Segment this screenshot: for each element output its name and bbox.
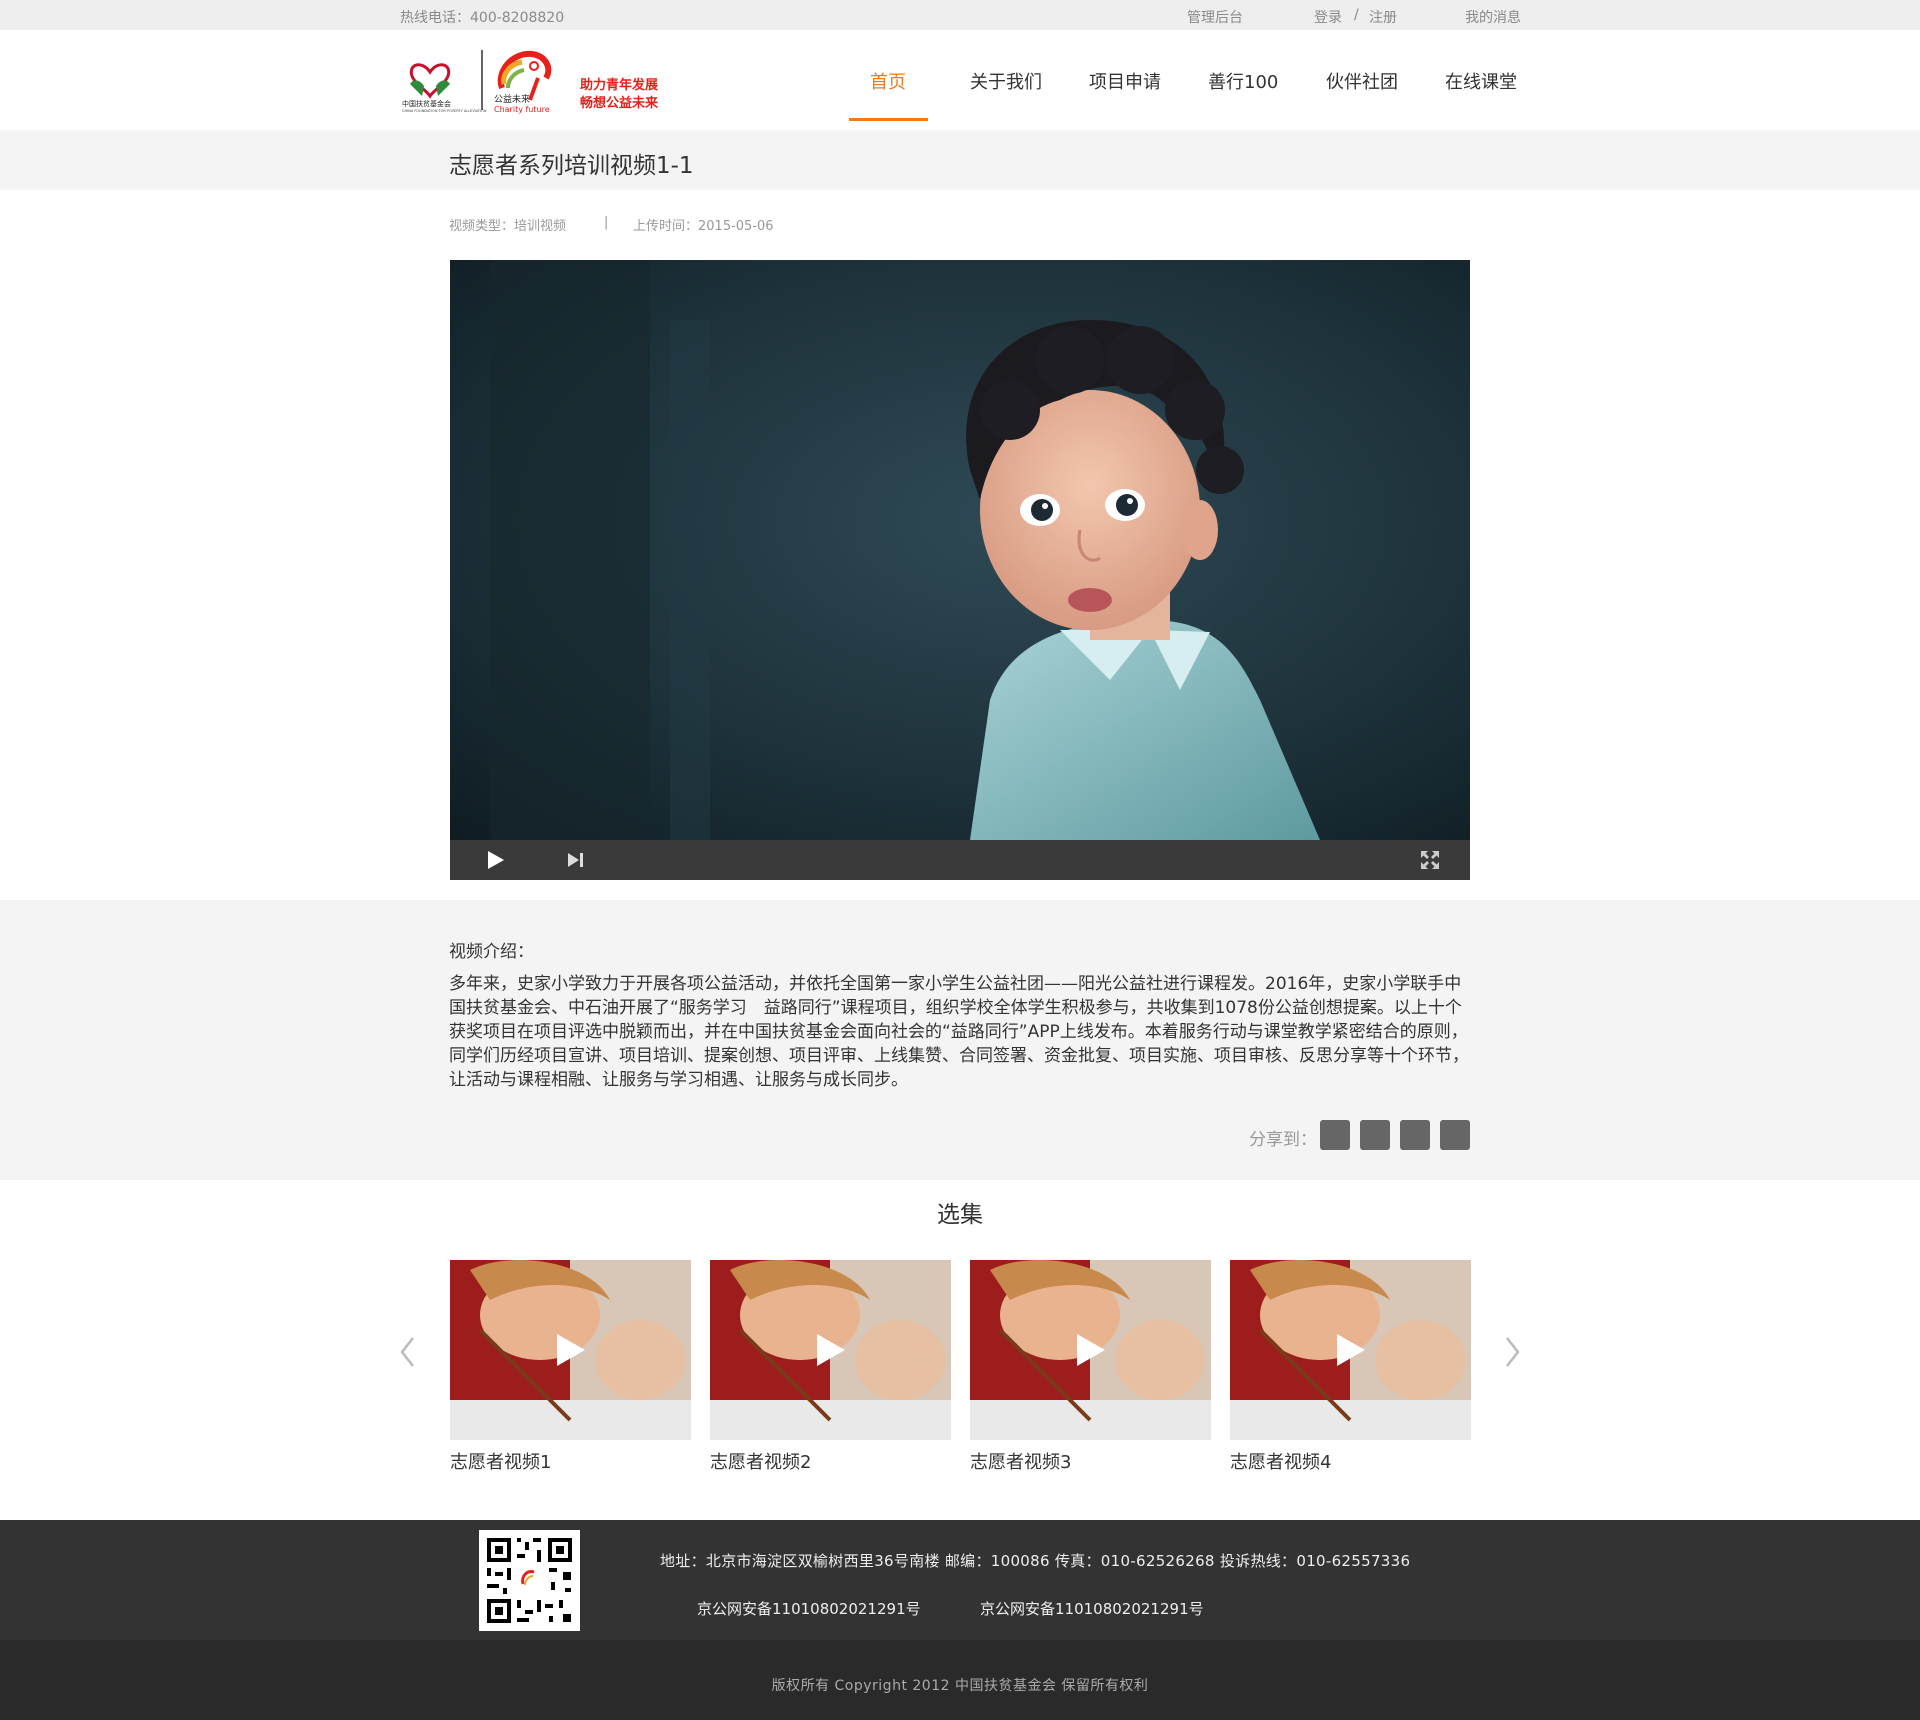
- play-icon[interactable]: [814, 1332, 848, 1368]
- episode-thumbnail[interactable]: [1230, 1260, 1471, 1440]
- next-arrow-icon[interactable]: [1504, 1335, 1522, 1369]
- episode-label[interactable]: 志愿者视频2: [710, 1448, 951, 1474]
- qr-code-icon: [479, 1530, 580, 1631]
- share-button-2[interactable]: [1360, 1120, 1390, 1150]
- share-button-3[interactable]: [1400, 1120, 1430, 1150]
- copyright-text: 版权所有 Copyright 2012 中国扶贫基金会 保留所有权利: [771, 1678, 1149, 1694]
- episode-label[interactable]: 志愿者视频4: [1230, 1448, 1471, 1474]
- footer-icp-1: 京公网安备11010802021291号: [697, 1600, 921, 1618]
- login-link[interactable]: 登录: [1314, 7, 1342, 27]
- episode-card-3[interactable]: 志愿者视频3: [970, 1260, 1211, 1474]
- video-frame[interactable]: [450, 260, 1470, 840]
- nav-item-about[interactable]: 关于我们: [970, 68, 1042, 94]
- intro-section: 视频介绍： 多年来，史家小学致力于开展各项公益活动，并依托全国第一家小学生公益社…: [0, 900, 1920, 1180]
- share-button-4[interactable]: [1440, 1120, 1470, 1150]
- share-button-1[interactable]: [1320, 1120, 1350, 1150]
- nav-item-apply[interactable]: 项目申请: [1089, 68, 1161, 94]
- episode-card-1[interactable]: 志愿者视频1: [450, 1260, 691, 1474]
- top-bar: 热线电话：400-8208820 管理后台 登录 / 注册 我的消息: [0, 0, 1920, 30]
- nav-item-online-class[interactable]: 在线课堂: [1445, 68, 1517, 94]
- video-controls: [450, 840, 1470, 880]
- video-type: 视频类型：培训视频: [449, 219, 567, 234]
- footer-address: 地址：北京市海淀区双榆树西里36号南楼 邮编：100086 传真：010-625…: [660, 1552, 1411, 1570]
- footer-info: 地址：北京市海淀区双榆树西里36号南楼 邮编：100086 传真：010-625…: [0, 1520, 1920, 1640]
- play-icon[interactable]: [1074, 1332, 1108, 1368]
- episode-card-4[interactable]: 志愿者视频4: [1230, 1260, 1471, 1474]
- next-icon[interactable]: [565, 848, 587, 872]
- episode-thumbnail[interactable]: [970, 1260, 1211, 1440]
- footer-copyright-bar: 版权所有 Copyright 2012 中国扶贫基金会 保留所有权利: [0, 1640, 1920, 1720]
- main-nav: 首页 关于我们 项目申请 善行100 伙伴社团 在线课堂: [0, 30, 1920, 130]
- play-icon[interactable]: [554, 1332, 588, 1368]
- nav-item-home[interactable]: 首页: [870, 68, 906, 94]
- footer-icp-2: 京公网安备11010802021291号: [980, 1600, 1204, 1618]
- nav-item-partners[interactable]: 伙伴社团: [1326, 68, 1398, 94]
- intro-text: 多年来，史家小学致力于开展各项公益活动，并依托全国第一家小学生公益社团——阳光公…: [449, 974, 1469, 1090]
- hotline-text: 热线电话：400-8208820: [400, 10, 565, 26]
- fullscreen-icon[interactable]: [1418, 848, 1442, 872]
- episode-label[interactable]: 志愿者视频3: [970, 1448, 1211, 1474]
- my-messages-link[interactable]: 我的消息: [1465, 7, 1521, 27]
- intro-label: 视频介绍：: [449, 942, 534, 962]
- login-register-separator: /: [1354, 7, 1359, 23]
- episode-label[interactable]: 志愿者视频1: [450, 1448, 691, 1474]
- upload-time: 上传时间：2015-05-06: [633, 219, 774, 234]
- site-header: 中国扶贫基金会 CHINA FOUNDATION FOR POVERTY ALL…: [0, 30, 1920, 130]
- episode-card-2[interactable]: 志愿者视频2: [710, 1260, 951, 1474]
- page-title: 志愿者系列培训视频1-1: [449, 153, 694, 179]
- share-label: 分享到：: [1249, 1130, 1317, 1150]
- episodes-title: 选集: [937, 1202, 983, 1228]
- admin-link[interactable]: 管理后台: [1187, 7, 1243, 27]
- prev-arrow-icon[interactable]: [398, 1335, 416, 1369]
- episode-thumbnail[interactable]: [710, 1260, 951, 1440]
- nav-item-good-deeds[interactable]: 善行100: [1208, 68, 1278, 94]
- meta-separator: |: [604, 215, 609, 230]
- play-icon[interactable]: [1334, 1332, 1368, 1368]
- register-link[interactable]: 注册: [1369, 7, 1397, 27]
- video-player[interactable]: [450, 260, 1470, 880]
- episode-thumbnail[interactable]: [450, 1260, 691, 1440]
- nav-active-indicator: [849, 118, 928, 121]
- play-icon[interactable]: [485, 848, 507, 872]
- title-band: 志愿者系列培训视频1-1: [0, 130, 1920, 190]
